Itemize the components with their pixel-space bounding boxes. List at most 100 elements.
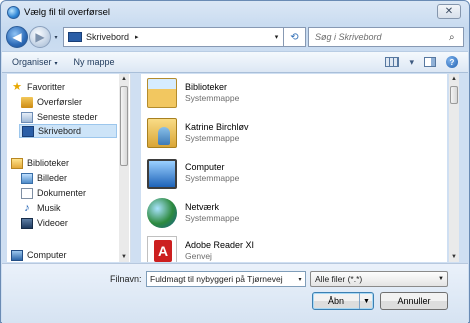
filename-dropdown-icon[interactable]: ▾: [295, 276, 305, 283]
nav-item-favorites[interactable]: ★ Favoritter: [11, 80, 65, 94]
filename-value[interactable]: Fuldmagt til nybyggeri på Tjørnevej: [150, 274, 295, 284]
scroll-up-icon[interactable]: ▲: [449, 74, 459, 84]
recent-pages-dropdown[interactable]: ▾: [51, 34, 61, 41]
refresh-icon: ⟲: [290, 31, 299, 43]
network-icon: [147, 198, 177, 228]
nav-item-label: Skrivebord: [38, 126, 82, 136]
file-list-scrollbar[interactable]: ▲ ▼: [449, 74, 459, 262]
title-bar: Vælg fil til overførsel ✕: [1, 1, 469, 23]
help-icon[interactable]: ?: [446, 56, 458, 68]
organize-label: Organiser: [12, 57, 52, 67]
file-name: Computer: [185, 162, 225, 172]
file-type: Systemmappe: [185, 93, 240, 103]
forward-arrow-icon: ▶: [35, 30, 45, 44]
recent-places-icon: [21, 111, 33, 123]
scroll-down-icon[interactable]: ▼: [449, 252, 459, 262]
nav-item-desktop[interactable]: Skrivebord: [19, 124, 117, 138]
back-arrow-icon: ◀: [12, 30, 22, 44]
nav-item-pictures[interactable]: Billeder: [21, 171, 67, 185]
close-icon: ✕: [444, 6, 454, 17]
organize-button[interactable]: Organiser ▾: [12, 57, 58, 67]
toolbar-right-group: ▾ ?: [385, 56, 468, 68]
file-name: Katrine Birchløv: [185, 122, 249, 132]
nav-item-libraries[interactable]: Biblioteker: [11, 156, 69, 170]
scroll-down-icon[interactable]: ▼: [119, 252, 129, 262]
filename-label: Filnavn:: [110, 274, 142, 284]
nav-item-label: Seneste steder: [37, 112, 98, 122]
nav-item-label: Favoritter: [27, 82, 66, 92]
back-button[interactable]: ◀: [6, 26, 28, 48]
nav-item-label: Computer: [27, 250, 67, 260]
forward-button[interactable]: ▶: [29, 26, 51, 48]
libraries-folder-icon: [147, 78, 177, 108]
change-view-icon[interactable]: [385, 57, 400, 67]
videos-icon: [21, 217, 33, 229]
filename-input[interactable]: Fuldmagt til nybyggeri på Tjørnevej ▾: [146, 271, 306, 287]
organize-caret-icon: ▾: [54, 61, 58, 67]
file-item-network[interactable]: Netværk Systemmappe: [147, 196, 437, 230]
preview-pane-icon[interactable]: [424, 57, 436, 67]
breadcrumb-desktop[interactable]: Skrivebord: [86, 32, 129, 42]
address-bar[interactable]: Skrivebord ▸ ▾: [63, 27, 284, 47]
nav-item-label: Videoer: [37, 218, 68, 228]
file-name: Netværk: [185, 202, 220, 212]
desktop-icon: [22, 125, 34, 137]
file-name: Biblioteker: [185, 82, 228, 92]
nav-item-label: Billeder: [37, 173, 68, 183]
filetype-select[interactable]: Alle filer (*.*) ▼: [310, 271, 448, 287]
open-button-label: Åbn: [327, 296, 344, 306]
file-list: Biblioteker Systemmappe Katrine Birchløv S…: [141, 74, 447, 262]
nav-item-label: Dokumenter: [37, 188, 87, 198]
open-button[interactable]: Åbn ▼: [312, 292, 374, 310]
music-icon: ♪: [24, 201, 30, 214]
search-input[interactable]: Søg i Skrivebord ⌕: [308, 27, 464, 47]
address-row: ◀ ▶ ▾ Skrivebord ▸ ▾ ⟲ Søg i Skrivebord …: [6, 25, 464, 49]
file-type: Systemmappe: [185, 133, 240, 143]
desktop-folder-icon: [68, 32, 82, 42]
file-item-libraries[interactable]: Biblioteker Systemmappe: [147, 76, 437, 110]
breadcrumb-separator-icon[interactable]: ▸: [135, 33, 139, 41]
nav-item-documents[interactable]: Dokumenter: [21, 186, 86, 200]
chevron-down-icon: ▼: [438, 276, 444, 282]
downloads-icon: [21, 96, 33, 108]
new-folder-button[interactable]: Ny mappe: [74, 57, 115, 67]
view-options-caret-icon[interactable]: ▾: [409, 57, 414, 68]
libraries-icon: [11, 157, 23, 169]
nav-item-videos[interactable]: Videoer: [21, 216, 68, 230]
file-type: Genvej: [185, 251, 212, 261]
computer-icon: [147, 159, 177, 189]
address-dropdown-icon[interactable]: ▾: [269, 33, 283, 41]
file-type: Systemmappe: [185, 213, 240, 223]
nav-item-computer[interactable]: Computer: [11, 248, 67, 262]
scroll-up-icon[interactable]: ▲: [119, 74, 129, 84]
pictures-icon: [21, 172, 33, 184]
command-toolbar: Organiser ▾ Ny mappe ▾ ?: [2, 51, 468, 73]
computer-icon: [11, 249, 23, 261]
user-folder-icon: [147, 118, 177, 148]
documents-icon: [21, 187, 33, 199]
navigation-pane: ★ Favoritter Overførsler Seneste steder …: [7, 74, 131, 262]
close-button[interactable]: ✕: [437, 4, 461, 19]
dialog-footer: Filnavn: Fuldmagt til nybyggeri på Tjørn…: [2, 263, 468, 323]
nav-pane-scrollbar[interactable]: ▲ ▼: [119, 74, 129, 262]
nav-item-recent-places[interactable]: Seneste steder: [21, 110, 98, 124]
window-title: Vælg fil til overførsel: [24, 6, 111, 18]
nav-item-downloads[interactable]: Overførsler: [21, 95, 82, 109]
search-icon[interactable]: ⌕: [449, 32, 463, 43]
star-icon: ★: [12, 80, 22, 93]
file-item-computer[interactable]: Computer Systemmappe: [147, 156, 437, 190]
nav-item-label: Biblioteker: [27, 158, 70, 168]
file-item-user-folder[interactable]: Katrine Birchløv Systemmappe: [147, 116, 437, 150]
file-name: Adobe Reader XI: [185, 240, 255, 250]
open-options-dropdown-icon[interactable]: ▼: [359, 293, 373, 309]
scroll-thumb[interactable]: [120, 86, 128, 166]
refresh-button[interactable]: ⟲: [284, 27, 306, 47]
cancel-button[interactable]: Annuller: [380, 292, 448, 310]
adobe-reader-icon: [147, 236, 177, 262]
filetype-value: Alle filer (*.*): [315, 274, 363, 284]
scroll-thumb[interactable]: [450, 86, 458, 104]
nav-item-music[interactable]: ♪ Musik: [21, 201, 61, 215]
nav-item-label: Musik: [37, 203, 61, 213]
file-item-adobe-reader[interactable]: Adobe Reader XIGenvej: [147, 234, 437, 262]
file-type: Systemmappe: [185, 173, 240, 183]
